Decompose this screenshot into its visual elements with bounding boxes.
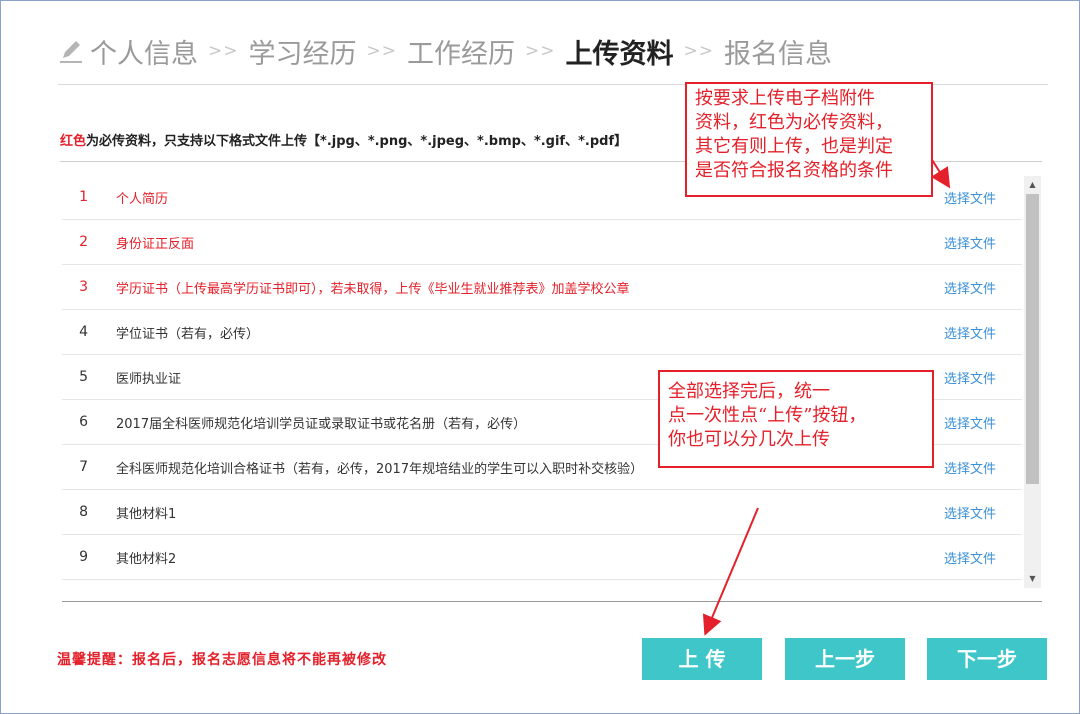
file-label: 全科医师规范化培训合格证书（若有，必传，2017年规培结业的学生可以入职时补交核…: [116, 461, 644, 477]
step-work-experience: 工作经历: [407, 38, 515, 70]
file-row-other-1: 8 其他材料1 选择文件: [62, 490, 1022, 535]
row-number: 5: [79, 369, 88, 385]
row-number: 4: [79, 324, 88, 340]
pencil-icon: [60, 41, 82, 63]
file-row-diploma: 3 学历证书（上传最高学历证书即可），若未取得，上传《毕业生就业推荐表》加盖学校…: [62, 265, 1022, 310]
step-registration-info: 报名信息: [724, 38, 832, 70]
callout-line: 你也可以分几次上传: [668, 429, 830, 450]
step-separator: >>: [366, 41, 397, 61]
file-label: 医师执业证: [116, 371, 182, 387]
footer-divider: [62, 601, 1042, 602]
file-row-other-2: 9 其他材料2 选择文件: [62, 535, 1022, 580]
notice-red-label: 红色: [60, 134, 87, 149]
callout-line: 是否符合报名资格的条件: [695, 160, 893, 181]
file-label: 学历证书（上传最高学历证书即可），若未取得，上传《毕业生就业推荐表》加盖学校公章: [116, 281, 630, 297]
file-label: 身份证正反面: [116, 236, 195, 252]
scrollbar-thumb[interactable]: [1026, 194, 1039, 484]
callout-line: 其它有则上传，也是判定: [695, 136, 893, 157]
row-number: 2: [79, 234, 88, 250]
row-number: 3: [79, 279, 88, 295]
step-education: 学习经历: [248, 38, 357, 70]
step-personal-info: 个人信息: [90, 38, 198, 70]
choose-file-link[interactable]: 选择文件: [944, 323, 996, 342]
previous-step-button[interactable]: 上一步: [785, 638, 905, 680]
annotation-callout-upload-once: 全部选择完后，统一 点一次性点“上传”按钮， 你也可以分几次上传: [658, 370, 934, 468]
row-number: 9: [79, 549, 88, 565]
row-number: 6: [79, 414, 88, 430]
notice-text: 为必传资料，只支持以下格式文件上传【*.jpg、*.png、*.jpeg、*.b…: [86, 134, 628, 149]
file-label: 2017届全科医师规范化培训学员证或录取证书或花名册（若有，必传）: [116, 416, 527, 432]
callout-line: 资料，红色为必传资料，: [695, 112, 893, 133]
triangle-up-icon[interactable]: ▲: [1024, 178, 1041, 192]
file-label: 学位证书（若有，必传）: [116, 326, 260, 342]
choose-file-link[interactable]: 选择文件: [944, 413, 996, 432]
step-upload-materials: 上传资料: [565, 38, 674, 70]
next-step-button[interactable]: 下一步: [927, 638, 1047, 680]
reminder-text: 温馨提醒：报名后，报名志愿信息将不能再被修改: [57, 652, 387, 668]
file-label: 其他材料1: [116, 506, 177, 522]
row-number: 1: [79, 189, 88, 205]
step-progress: 个人信息 >> 学习经历 >> 工作经历 >> 上传资料 >> 报名信息: [58, 30, 832, 72]
callout-line: 全部选择完后，统一: [668, 381, 830, 402]
format-notice: 红色为必传资料，只支持以下格式文件上传【*.jpg、*.png、*.jpeg、*…: [60, 130, 627, 149]
file-row-degree: 4 学位证书（若有，必传） 选择文件: [62, 310, 1022, 355]
file-label: 个人简历: [116, 191, 169, 207]
step-separator: >>: [208, 41, 239, 61]
callout-line: 按要求上传电子档附件: [695, 88, 875, 109]
file-row-id-card: 2 身份证正反面 选择文件: [62, 220, 1022, 265]
file-list-scrollbar[interactable]: ▲ ▼: [1024, 176, 1041, 588]
choose-file-link[interactable]: 选择文件: [944, 233, 996, 252]
annotation-callout-upload-rules: 按要求上传电子档附件 资料，红色为必传资料， 其它有则上传，也是判定 是否符合报…: [685, 82, 933, 197]
file-label: 其他材料2: [116, 551, 177, 567]
choose-file-link[interactable]: 选择文件: [944, 188, 996, 207]
step-separator: >>: [525, 41, 556, 61]
step-separator: >>: [683, 41, 714, 61]
choose-file-link[interactable]: 选择文件: [944, 278, 996, 297]
callout-line: 点一次性点“上传”按钮，: [668, 405, 867, 426]
choose-file-link[interactable]: 选择文件: [944, 368, 996, 387]
choose-file-link[interactable]: 选择文件: [944, 458, 996, 477]
row-number: 8: [79, 504, 88, 520]
choose-file-link[interactable]: 选择文件: [944, 548, 996, 567]
upload-button[interactable]: 上 传: [642, 638, 762, 680]
choose-file-link[interactable]: 选择文件: [944, 503, 996, 522]
triangle-down-icon[interactable]: ▼: [1024, 572, 1041, 586]
row-number: 7: [79, 459, 88, 475]
